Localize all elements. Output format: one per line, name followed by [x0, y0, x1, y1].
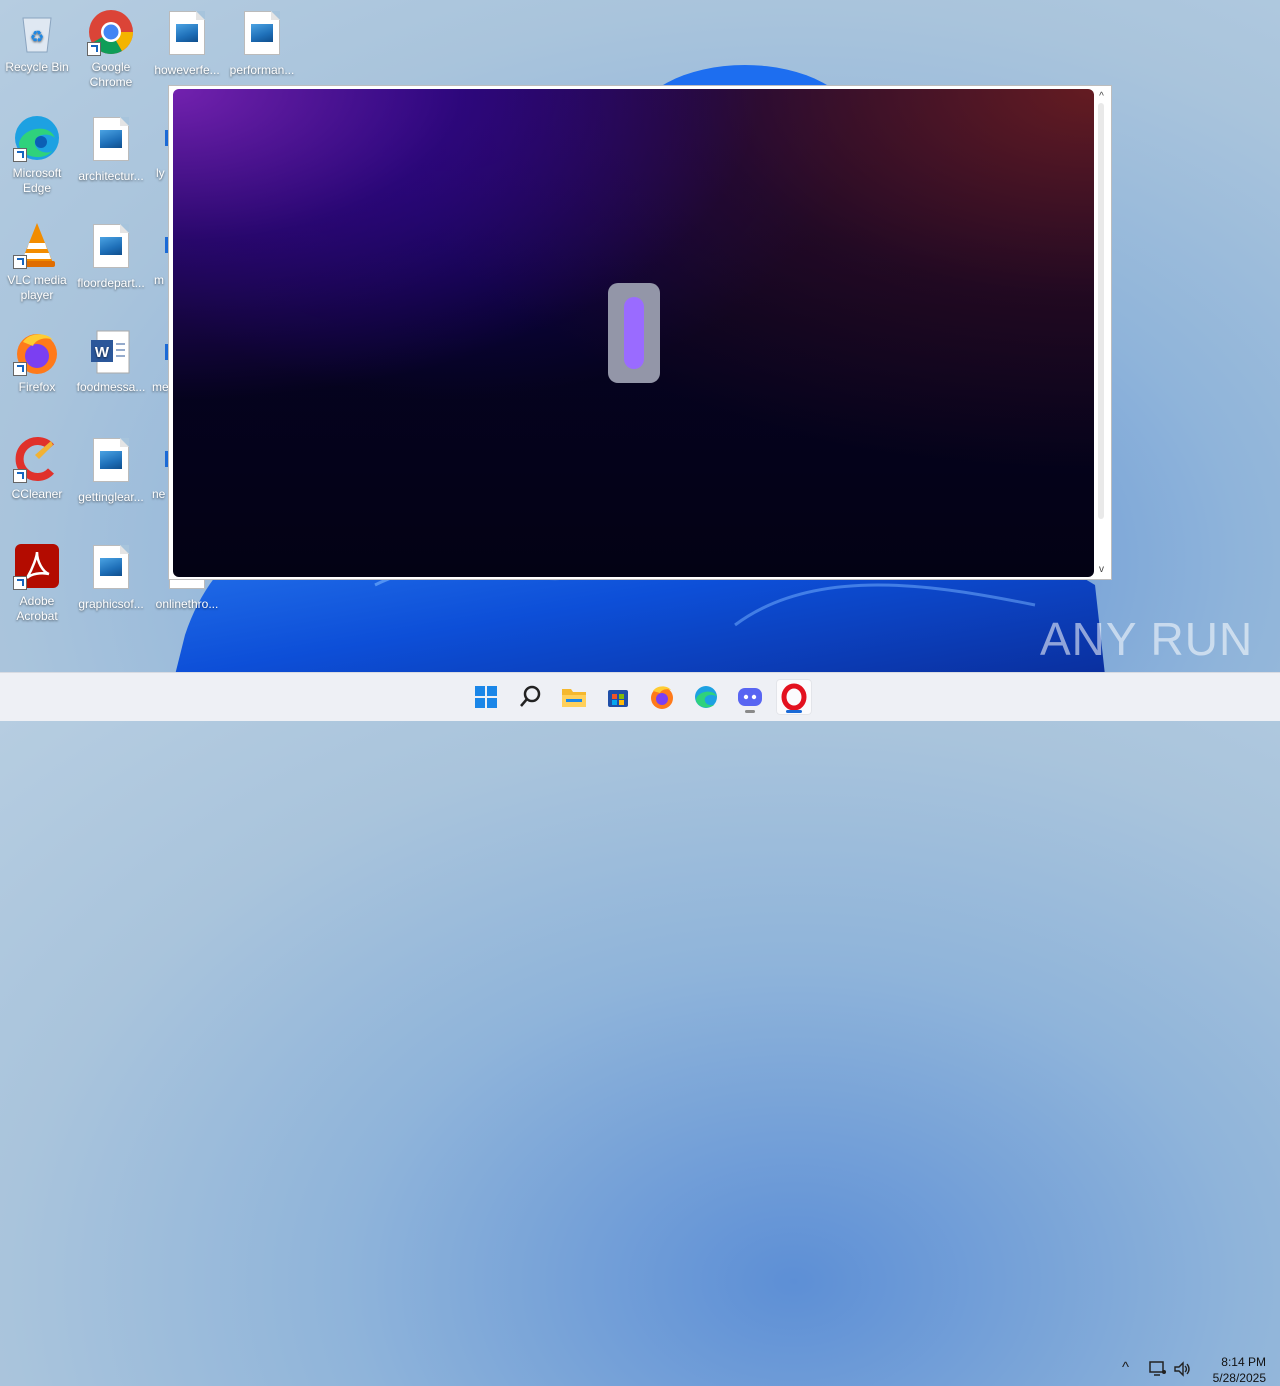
word-doc-icon: W [87, 328, 135, 376]
file-explorer-icon [562, 689, 586, 707]
store-icon [608, 690, 628, 707]
chrome-icon [87, 8, 135, 56]
vertical-scrollbar[interactable]: ^ v [1094, 89, 1109, 577]
image-file-icon [87, 224, 135, 272]
start-icon [475, 686, 497, 708]
desktop-icon-firefox[interactable]: Firefox [0, 328, 74, 395]
partial-label-4: ne [152, 487, 166, 501]
desktop-icon-adobe-acrobat[interactable]: Adobe Acrobat [0, 542, 74, 624]
partial-label-1: ly [156, 166, 165, 180]
app-window[interactable]: ^ v [168, 85, 1112, 580]
vlc-icon [13, 221, 61, 269]
file-explorer-button[interactable] [556, 679, 592, 715]
opera-taskbar-button[interactable] [776, 679, 812, 715]
ccleaner-icon [13, 435, 61, 483]
start-button[interactable] [468, 679, 504, 715]
store-button[interactable] [600, 679, 636, 715]
image-file-icon [87, 438, 135, 486]
progress-loader-fill [624, 297, 644, 369]
firefox-icon [651, 686, 673, 709]
desktop-icon-file-1[interactable]: howeverfe... [150, 8, 224, 78]
desktop-icon-file-2[interactable]: performan... [225, 8, 299, 78]
desktop-icon-ccleaner[interactable]: CCleaner [0, 435, 74, 502]
scrollbar-thumb[interactable] [1098, 103, 1104, 519]
scroll-up-icon[interactable]: ^ [1096, 91, 1107, 102]
svg-text:W: W [95, 344, 110, 361]
desktop-icon-file-3[interactable]: architectur... [74, 114, 148, 184]
firefox-taskbar-button[interactable] [644, 679, 680, 715]
partial-label-3: me [152, 380, 169, 394]
svg-text:♻: ♻ [30, 29, 44, 46]
desktop-icon-vlc[interactable]: VLC media player [0, 221, 74, 303]
clock-time: 8:14 PM [1221, 1355, 1266, 1369]
edge-icon [695, 686, 717, 708]
image-file-icon [87, 117, 135, 165]
edge-taskbar-button[interactable] [688, 679, 724, 715]
acrobat-icon [13, 542, 61, 590]
partial-label-2: m [154, 273, 164, 287]
taskbar: ^ 8:14 PM 5/28/2025 [0, 672, 1280, 1385]
image-file-icon [87, 545, 135, 593]
anyrun-watermark: ANY RUN [1040, 613, 1254, 665]
network-icon[interactable] [1149, 1361, 1167, 1377]
discord-taskbar-button[interactable] [732, 679, 768, 715]
scroll-down-icon[interactable]: v [1096, 564, 1107, 575]
progress-loader [608, 283, 660, 383]
edge-icon [13, 114, 61, 162]
desktop-icon-file-4[interactable]: floordepart... [74, 221, 148, 291]
image-file-icon [238, 11, 286, 59]
desktop-icon-recycle-bin[interactable]: ♻ Recycle Bin [0, 8, 74, 75]
recycle-bin-icon: ♻ [13, 8, 61, 56]
chevron-up-icon[interactable]: ^ [1122, 1359, 1129, 1376]
search-button[interactable] [512, 679, 548, 715]
desktop-icon-file-5[interactable]: gettinglear... [74, 435, 148, 505]
desktop-icon-microsoft-edge[interactable]: Microsoft Edge [0, 114, 74, 196]
app-content [173, 89, 1094, 577]
running-indicator [745, 710, 755, 713]
desktop-icon-google-chrome[interactable]: Google Chrome [74, 8, 148, 90]
desktop-icon-file-6[interactable]: graphicsof... [74, 542, 148, 612]
system-clock[interactable]: 8:14 PM 5/28/2025 [1196, 1354, 1266, 1386]
search-icon [520, 685, 541, 707]
image-file-icon [163, 11, 211, 59]
active-indicator [786, 710, 802, 713]
clock-date: 5/28/2025 [1212, 1371, 1266, 1385]
desktop-icon-word-doc[interactable]: W foodmessa... [74, 328, 148, 395]
volume-icon[interactable] [1173, 1361, 1191, 1377]
firefox-icon [13, 328, 61, 376]
